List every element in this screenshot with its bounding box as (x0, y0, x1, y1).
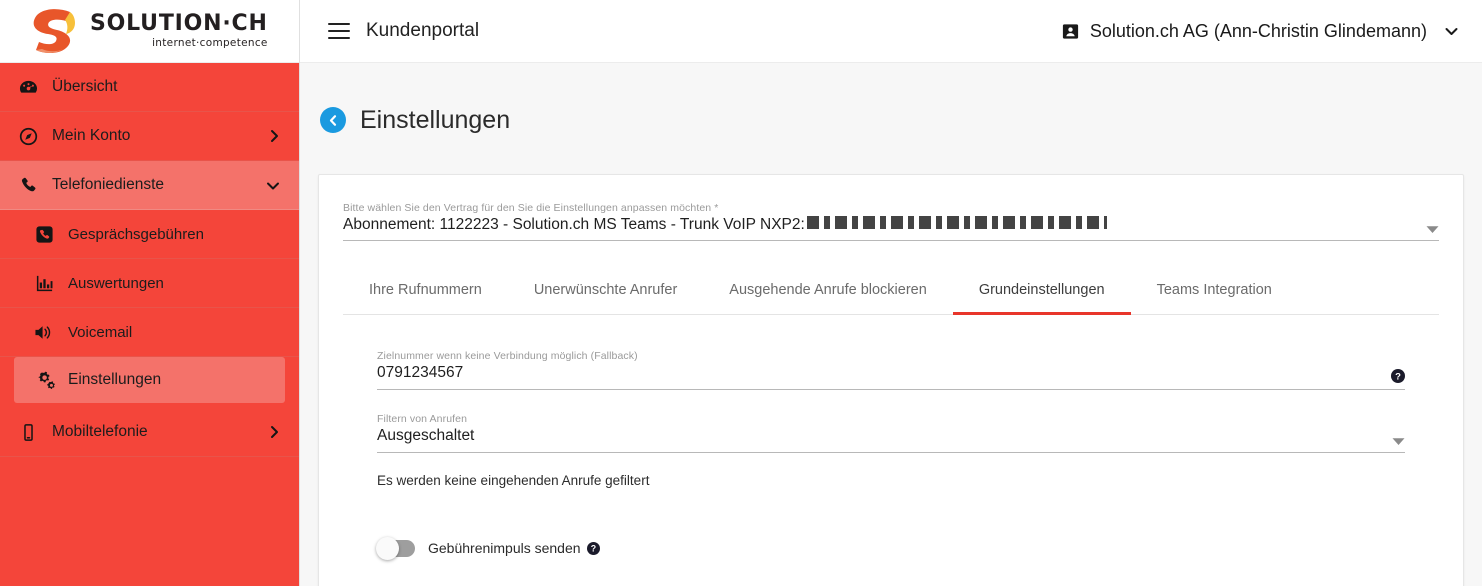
chevron-down-icon[interactable] (1382, 437, 1405, 446)
sidebar: SOLUTION·CH internet·competence Übersich… (0, 0, 300, 586)
chevron-down-icon (1443, 25, 1460, 37)
sidebar-item-label: Mobiltelefonie (52, 423, 148, 440)
page-title: Einstellungen (360, 105, 511, 134)
sidebar-item-label: Gesprächsgebühren (68, 225, 204, 243)
svg-text:?: ? (590, 543, 595, 553)
contract-select-row[interactable]: Abonnement: 1122223 - Solution.ch MS Tea… (343, 215, 1439, 242)
chevron-down-icon[interactable] (1416, 225, 1439, 234)
hamburger-icon[interactable] (328, 23, 350, 39)
chevron-right-icon (268, 128, 281, 144)
brand-tagline: internet·competence (152, 37, 268, 50)
tab-grundeinstellungen[interactable]: Grundeinstellungen (952, 267, 1131, 316)
back-circle-icon[interactable] (320, 107, 346, 134)
filter-field[interactable]: Filtern von Anrufen Ausgeschaltet (377, 400, 1405, 453)
bar-chart-icon (30, 274, 58, 293)
sidebar-nav: Übersicht Mein Konto Telefoniedienste Ge… (0, 63, 299, 457)
fallback-field[interactable]: Zielnummer wenn keine Verbindung möglich… (377, 337, 1405, 390)
grundeinstellungen-panel: Zielnummer wenn keine Verbindung möglich… (343, 315, 1439, 586)
topbar: Kundenportal Solution.ch AG (Ann-Christi… (300, 0, 1482, 63)
fallback-field-label: Zielnummer wenn keine Verbindung möglich… (377, 350, 638, 363)
brand-text: SOLUTION·CH internet·competence (90, 13, 268, 49)
solution-ch-logo-icon (28, 8, 80, 54)
sidebar-item-mobiltelefonie[interactable]: Mobiltelefonie (0, 408, 299, 457)
sidebar-item-uebersicht[interactable]: Übersicht (0, 63, 299, 112)
sidebar-item-auswertungen[interactable]: Auswertungen (0, 259, 299, 308)
sidebar-item-label: Einstellungen (68, 371, 162, 388)
page-header: Einstellungen (318, 63, 1464, 174)
contract-select-value: Abonnement: 1122223 - Solution.ch MS Tea… (343, 215, 805, 233)
question-circle-icon[interactable]: ? (1381, 368, 1405, 383)
sidebar-item-label: Auswertungen (68, 274, 164, 292)
sidebar-item-label: Übersicht (52, 78, 118, 95)
sidebar-item-voicemail[interactable]: Voicemail (0, 308, 299, 357)
toggle-label-text: Gebührenimpuls senden (428, 540, 581, 557)
phone-square-icon (30, 225, 58, 244)
contract-select-value-wrap: Abonnement: 1122223 - Solution.ch MS Tea… (343, 215, 1416, 235)
fallback-field-row[interactable]: 0791234567 ? (377, 364, 1405, 390)
fallback-field-value[interactable]: 0791234567 (377, 364, 1381, 383)
sidebar-item-telefoniedienste[interactable]: Telefoniedienste (0, 161, 299, 210)
redacted-text (806, 215, 1107, 229)
topbar-title: Kundenportal (366, 20, 480, 41)
tab-ausgehende-anrufe-blockieren[interactable]: Ausgehende Anrufe blockieren (703, 267, 953, 315)
brand-logo[interactable]: SOLUTION·CH internet·competence (0, 0, 299, 63)
dashboard-icon (14, 78, 42, 97)
user-card-icon (1061, 22, 1080, 41)
svg-text:?: ? (1395, 371, 1401, 382)
phone-icon (14, 176, 42, 195)
contract-select-label: Bitte wählen Sie den Vertrag für den Sie… (343, 201, 719, 214)
app-root: SOLUTION·CH internet·competence Übersich… (0, 0, 1482, 586)
gebuehrenimpuls-toggle[interactable] (376, 536, 415, 560)
main-area: Kundenportal Solution.ch AG (Ann-Christi… (300, 0, 1482, 586)
sidebar-item-gespraechsgebuehren[interactable]: Gesprächsgebühren (0, 210, 299, 259)
tab-unerwuenschte-anrufer[interactable]: Unerwünschte Anrufer (508, 267, 703, 315)
question-circle-icon[interactable]: ? (586, 541, 600, 555)
gears-icon (30, 371, 58, 390)
sidebar-item-einstellungen[interactable]: Einstellungen (14, 357, 285, 403)
chevron-right-icon (268, 424, 281, 440)
sidebar-item-label: Mein Konto (52, 127, 131, 144)
contract-select[interactable]: Bitte wählen Sie den Vertrag für den Sie… (343, 189, 1439, 242)
tab-ihre-rufnummern[interactable]: Ihre Rufnummern (343, 267, 508, 315)
filter-hint: Es werden keine eingehenden Anrufe gefil… (377, 472, 650, 488)
gebuehrenimpuls-toggle-row: Gebührenimpuls senden ? (376, 488, 1405, 560)
brand-name: SOLUTION·CH (90, 11, 268, 37)
filter-field-value: Ausgeschaltet (377, 426, 475, 444)
user-menu-label: Solution.ch AG (Ann-Christin Glindemann) (1089, 20, 1427, 41)
sidebar-item-label: Telefoniedienste (52, 176, 165, 193)
content-area: Einstellungen Bitte wählen Sie den Vertr… (300, 63, 1482, 586)
account-compass-icon (14, 127, 42, 146)
toggle-knob (376, 536, 399, 560)
gebuehrenimpuls-toggle-label: Gebührenimpuls senden ? (428, 540, 600, 556)
filter-field-label: Filtern von Anrufen (377, 412, 468, 425)
settings-tabs: Ihre Rufnummern Unerwünschte Anrufer Aus… (343, 267, 1439, 316)
sidebar-item-label: Voicemail (68, 323, 133, 341)
tab-teams-integration[interactable]: Teams Integration (1131, 267, 1298, 315)
chevron-down-icon (265, 179, 281, 192)
filter-field-row[interactable]: Ausgeschaltet (377, 427, 1405, 453)
settings-card: Bitte wählen Sie den Vertrag für den Sie… (318, 173, 1464, 586)
sidebar-item-mein-konto[interactable]: Mein Konto (0, 112, 299, 161)
user-menu[interactable]: Solution.ch AG (Ann-Christin Glindemann) (1061, 21, 1460, 42)
speaker-icon (30, 323, 58, 342)
mobile-icon (14, 423, 42, 442)
